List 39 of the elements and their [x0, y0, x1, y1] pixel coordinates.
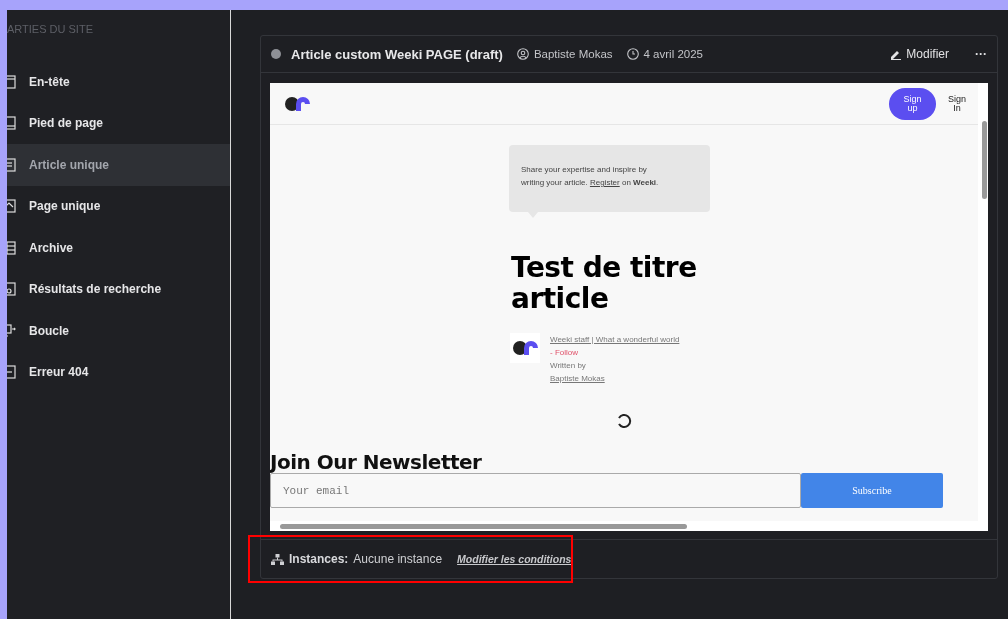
author-link[interactable]: Weeki staff | What a wonderful world	[550, 333, 680, 346]
sidebar-item[interactable]: Erreur 404	[7, 351, 230, 393]
follow-link[interactable]: - Follow	[550, 346, 680, 359]
sidebar-item[interactable]: Article unique	[7, 144, 230, 186]
sign-in-link[interactable]: Sign In	[946, 94, 968, 113]
loading-spinner-icon	[616, 413, 632, 429]
callout-text: Share your expertise and inspire by writing your article. Register on Weeki.	[521, 164, 660, 189]
status-dot	[271, 49, 281, 59]
article-layout-icon	[7, 156, 16, 173]
edit-button[interactable]: Modifier	[890, 47, 949, 61]
register-link[interactable]: Register	[589, 178, 620, 187]
clock-icon	[626, 48, 639, 60]
instances-label: Instances:	[289, 552, 349, 566]
sidebar-item[interactable]: En-tête	[7, 61, 230, 103]
user-icon	[516, 48, 529, 60]
sign-up-button[interactable]: Sign up	[889, 87, 936, 120]
edit-conditions-link[interactable]: Modifier les conditions	[457, 553, 572, 565]
sidebar-item[interactable]: Résultats de recherche	[7, 268, 230, 310]
section-heading: ARTIES DU SITE	[7, 23, 93, 37]
more-button[interactable]: ···	[975, 47, 987, 61]
card-title: Article custom Weeki PAGE (draft)	[291, 46, 503, 62]
avatar-logo	[512, 339, 538, 357]
written-by-label: Written by	[550, 360, 587, 372]
pencil-icon	[890, 48, 903, 60]
author-meta: Baptiste Mokas	[516, 48, 613, 60]
sidebar-item[interactable]: Pied de page	[7, 102, 230, 144]
article-title: Test de titre article	[511, 252, 698, 314]
sidebar-item[interactable]: Page unique	[7, 185, 230, 227]
scrollbar-thumb[interactable]	[280, 524, 687, 529]
subscribe-button[interactable]: Subscribe	[801, 473, 943, 508]
hierarchy-icon	[271, 553, 284, 565]
scrollbar-thumb[interactable]	[982, 121, 987, 199]
instances-value: Aucune instance	[353, 552, 443, 566]
date-meta: 4 avril 2025	[626, 48, 703, 60]
sidebar-item[interactable]: Archive	[7, 227, 230, 269]
sidebar-item[interactable]: Boucle	[7, 310, 230, 352]
author-name-link[interactable]: Baptiste Mokas	[550, 372, 680, 385]
site-logo	[284, 94, 310, 113]
email-field[interactable]: Your email	[270, 473, 801, 508]
